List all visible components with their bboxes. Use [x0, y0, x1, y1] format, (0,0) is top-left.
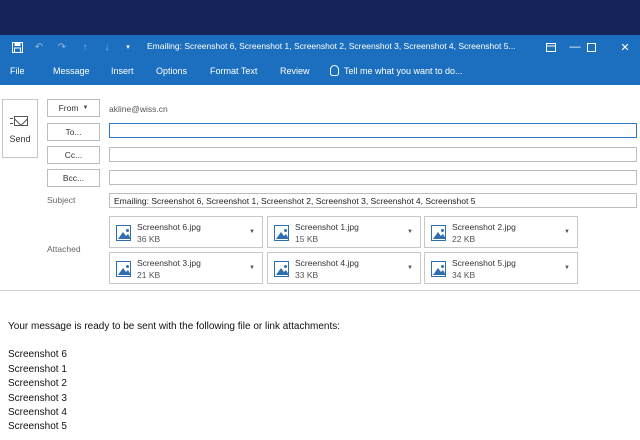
- from-address: akline@wiss.cn: [109, 104, 168, 114]
- image-file-icon: [431, 225, 446, 241]
- body-line: Screenshot 5: [8, 421, 67, 433]
- attached-label: Attached: [47, 244, 81, 254]
- lightbulb-icon: [330, 65, 339, 76]
- up-arrow-icon[interactable]: ↑: [77, 39, 93, 55]
- image-file-icon: [431, 261, 446, 277]
- to-label: To...: [65, 127, 82, 137]
- tab-format-text[interactable]: Format Text: [210, 66, 257, 76]
- tab-file[interactable]: File: [10, 66, 25, 76]
- attachment-item[interactable]: Screenshot 2.jpg 22 KB ▼: [424, 216, 578, 248]
- image-file-icon: [274, 261, 289, 277]
- redo-icon[interactable]: ↷: [54, 39, 70, 55]
- attachment-item[interactable]: Screenshot 4.jpg 33 KB ▼: [267, 252, 421, 284]
- tab-review[interactable]: Review: [280, 66, 310, 76]
- subject-label: Subject: [47, 195, 76, 205]
- send-button[interactable]: Send: [2, 99, 38, 158]
- attachment-size: 21 KB: [137, 270, 161, 280]
- attachment-name: Screenshot 2.jpg: [452, 222, 516, 232]
- chevron-down-icon[interactable]: ▼: [407, 229, 413, 235]
- attachment-size: 22 KB: [452, 234, 476, 244]
- attachment-item[interactable]: Screenshot 6.jpg 36 KB ▼: [109, 216, 263, 248]
- customize-qat-icon[interactable]: ▾: [120, 39, 136, 55]
- attachment-size: 34 KB: [452, 270, 476, 280]
- image-file-icon: [274, 225, 289, 241]
- body-line: Screenshot 2: [8, 378, 67, 390]
- body-line: Screenshot 6: [8, 349, 67, 361]
- image-file-icon: [116, 225, 131, 241]
- title-bar: ↶ ↷ ↑ ↓ ▾ Emailing: Screenshot 6, Screen…: [0, 35, 640, 59]
- attachment-name: Screenshot 6.jpg: [137, 222, 201, 232]
- chevron-down-icon[interactable]: ▼: [564, 265, 570, 271]
- ribbon-display-options-icon[interactable]: [540, 38, 562, 56]
- from-label: From: [58, 103, 79, 113]
- body-line: Screenshot 4: [8, 407, 67, 419]
- attachment-item[interactable]: Screenshot 1.jpg 15 KB ▼: [267, 216, 421, 248]
- body-line: Screenshot 3: [8, 392, 67, 404]
- tell-me-label: Tell me what you want to do...: [344, 65, 463, 76]
- chevron-down-icon[interactable]: ▼: [249, 229, 255, 235]
- attachment-name: Screenshot 3.jpg: [137, 258, 201, 268]
- chevron-down-icon[interactable]: ▼: [407, 265, 413, 271]
- cc-field[interactable]: [109, 147, 637, 162]
- top-band: [0, 0, 640, 35]
- attachment-name: Screenshot 1.jpg: [295, 222, 359, 232]
- attachment-size: 15 KB: [295, 234, 319, 244]
- message-header: Send From ▼ akline@wiss.cn To... Cc... B…: [0, 85, 640, 290]
- close-icon[interactable]: ✕: [614, 38, 636, 56]
- undo-icon[interactable]: ↶: [31, 39, 47, 55]
- body-intro: Your message is ready to be sent with th…: [8, 321, 341, 332]
- subject-field[interactable]: Emailing: Screenshot 6, Screenshot 1, Sc…: [109, 193, 637, 208]
- window-title: Emailing: Screenshot 6, Screenshot 1, Sc…: [147, 41, 516, 51]
- attachment-item[interactable]: Screenshot 3.jpg 21 KB ▼: [109, 252, 263, 284]
- attachment-item[interactable]: Screenshot 5.jpg 34 KB ▼: [424, 252, 578, 284]
- attachment-size: 36 KB: [137, 234, 161, 244]
- send-envelope-icon: [10, 114, 30, 128]
- bcc-button[interactable]: Bcc...: [47, 169, 100, 187]
- chevron-down-icon: ▼: [82, 105, 89, 111]
- cc-button[interactable]: Cc...: [47, 146, 100, 164]
- send-label: Send: [9, 133, 31, 144]
- save-icon[interactable]: [9, 39, 25, 55]
- tab-options[interactable]: Options: [156, 66, 187, 76]
- attachment-size: 33 KB: [295, 270, 319, 280]
- tell-me-search[interactable]: Tell me what you want to do...: [330, 65, 463, 76]
- tab-insert[interactable]: Insert: [111, 66, 134, 76]
- maximize-icon[interactable]: [580, 38, 602, 56]
- bcc-field[interactable]: [109, 170, 637, 185]
- chevron-down-icon[interactable]: ▼: [249, 265, 255, 271]
- body-line: Screenshot 1: [8, 363, 67, 375]
- body-divider: [0, 290, 640, 291]
- to-field[interactable]: [109, 123, 637, 138]
- cc-label: Cc...: [64, 150, 83, 160]
- bcc-label: Bcc...: [62, 173, 85, 183]
- to-button[interactable]: To...: [47, 123, 100, 141]
- attachment-name: Screenshot 5.jpg: [452, 258, 516, 268]
- message-body[interactable]: Your message is ready to be sent with th…: [8, 320, 340, 435]
- tab-message[interactable]: Message: [53, 66, 90, 76]
- attachment-name: Screenshot 4.jpg: [295, 258, 359, 268]
- down-arrow-icon[interactable]: ↓: [99, 39, 115, 55]
- image-file-icon: [116, 261, 131, 277]
- from-button[interactable]: From ▼: [47, 99, 100, 117]
- ribbon: File Message Insert Options Format Text …: [0, 59, 640, 85]
- chevron-down-icon[interactable]: ▼: [564, 229, 570, 235]
